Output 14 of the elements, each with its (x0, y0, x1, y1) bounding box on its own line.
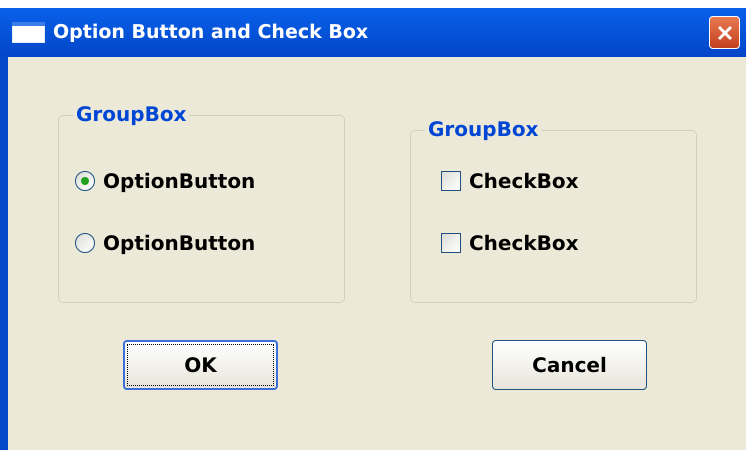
checkbox-label: CheckBox (469, 230, 579, 257)
option-label: OptionButton (103, 168, 256, 195)
close-icon (716, 24, 734, 42)
checkbox[interactable] (441, 233, 461, 253)
checkbox-label: CheckBox (469, 168, 579, 195)
window-icon (12, 22, 45, 43)
radio-button[interactable] (75, 233, 95, 253)
option-label: OptionButton (103, 230, 256, 257)
ok-button[interactable]: OK (123, 340, 278, 390)
checkbox[interactable] (441, 171, 461, 191)
radio-button-selected[interactable] (75, 171, 95, 191)
close-button[interactable] (709, 16, 740, 49)
cancel-button[interactable]: Cancel (492, 340, 647, 390)
window-title: Option Button and Check Box (53, 20, 370, 46)
